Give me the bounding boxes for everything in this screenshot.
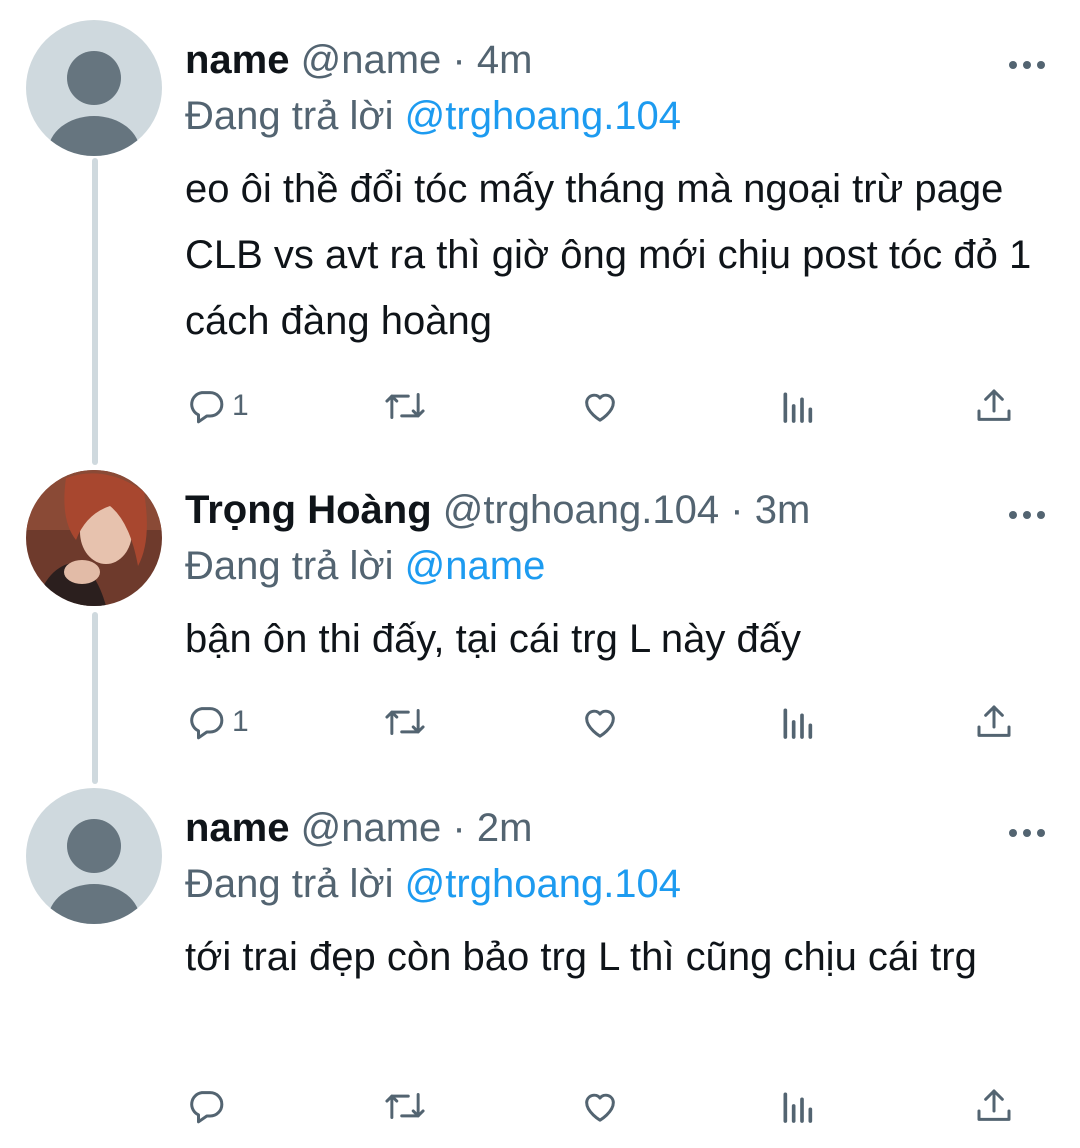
retweet-button[interactable] xyxy=(382,376,428,436)
more-icon[interactable] xyxy=(1002,50,1052,80)
reply-count: 1 xyxy=(232,705,249,738)
views-icon xyxy=(783,392,813,423)
tweet[interactable]: name @name · 2m Đang trả lời @trghoang.1… xyxy=(0,788,1080,1148)
views-button[interactable] xyxy=(780,692,814,752)
retweet-icon xyxy=(385,1093,425,1119)
views-icon xyxy=(783,708,813,739)
reply-button[interactable] xyxy=(186,1076,232,1136)
avatar[interactable] xyxy=(26,20,162,156)
share-button[interactable] xyxy=(974,376,1014,436)
action-bar xyxy=(0,1076,1080,1136)
tweet-header: name @name · 4m xyxy=(185,36,532,84)
reply-button[interactable]: 1 xyxy=(186,692,249,752)
reply-prefix: Đang trả lời xyxy=(185,544,394,588)
reply-mention[interactable]: @trghoang.104 xyxy=(405,862,681,906)
like-icon xyxy=(585,709,615,738)
share-button[interactable] xyxy=(974,1076,1014,1136)
share-icon xyxy=(977,705,1011,737)
action-bar: 1 xyxy=(0,692,1080,752)
more-icon[interactable] xyxy=(1002,500,1052,530)
retweet-icon xyxy=(385,709,425,735)
views-button[interactable] xyxy=(780,376,814,436)
tweet[interactable]: name @name · 4m Đang trả lời @trghoang.1… xyxy=(0,20,1080,450)
reply-prefix: Đang trả lời xyxy=(185,94,394,138)
reply-mention[interactable]: @name xyxy=(405,544,546,588)
profile-photo-icon xyxy=(26,470,162,606)
separator: · xyxy=(730,488,744,532)
reply-icon xyxy=(190,1091,224,1124)
separator: · xyxy=(452,38,466,82)
default-avatar-icon xyxy=(26,788,162,924)
more-icon[interactable] xyxy=(1002,818,1052,848)
reply-count: 1 xyxy=(232,389,249,422)
display-name[interactable]: Trọng Hoàng xyxy=(185,488,432,532)
timestamp[interactable]: 4m xyxy=(477,38,533,82)
tweet-text: tới trai đẹp còn bảo trg L thì cũng chịu… xyxy=(185,935,977,979)
like-icon xyxy=(585,393,615,422)
share-icon xyxy=(977,1089,1011,1121)
display-name[interactable]: name xyxy=(185,806,290,850)
avatar[interactable] xyxy=(26,470,162,606)
handle[interactable]: @trghoang.104 xyxy=(443,488,719,532)
reply-prefix: Đang trả lời xyxy=(185,862,394,906)
tweet-header: name @name · 2m xyxy=(185,804,532,852)
timestamp[interactable]: 3m xyxy=(755,488,811,532)
default-avatar-icon xyxy=(26,20,162,156)
action-bar: 1 xyxy=(0,376,1080,436)
retweet-button[interactable] xyxy=(382,1076,428,1136)
handle[interactable]: @name xyxy=(301,806,442,850)
tweet-header: Trọng Hoàng @trghoang.104 · 3m xyxy=(185,486,810,534)
timestamp[interactable]: 2m xyxy=(477,806,533,850)
retweet-button[interactable] xyxy=(382,692,428,752)
reply-button[interactable]: 1 xyxy=(186,376,249,436)
like-button[interactable] xyxy=(580,692,620,752)
tweet[interactable]: Trọng Hoàng @trghoang.104 · 3m Đang trả … xyxy=(0,470,1080,770)
reply-icon xyxy=(190,707,224,740)
reply-context: Đang trả lời @trghoang.104 xyxy=(185,860,681,908)
reply-mention[interactable]: @trghoang.104 xyxy=(405,94,681,138)
reply-context: Đang trả lời @trghoang.104 xyxy=(185,92,681,140)
reply-icon xyxy=(190,391,224,424)
tweet-text: bận ôn thi đấy, tại cái trg L này đấy xyxy=(185,617,801,661)
like-icon xyxy=(585,1093,615,1122)
share-button[interactable] xyxy=(974,692,1014,752)
views-icon xyxy=(783,1092,813,1123)
like-button[interactable] xyxy=(580,376,620,436)
reply-context: Đang trả lời @name xyxy=(185,542,545,590)
display-name[interactable]: name xyxy=(185,38,290,82)
like-button[interactable] xyxy=(580,1076,620,1136)
separator: · xyxy=(452,806,466,850)
handle[interactable]: @name xyxy=(301,38,442,82)
tweet-text: eo ôi thề đổi tóc mấy tháng mà ngoại trừ… xyxy=(185,167,1032,343)
avatar[interactable] xyxy=(26,788,162,924)
share-icon xyxy=(977,389,1011,421)
retweet-icon xyxy=(385,393,425,419)
views-button[interactable] xyxy=(780,1076,814,1136)
